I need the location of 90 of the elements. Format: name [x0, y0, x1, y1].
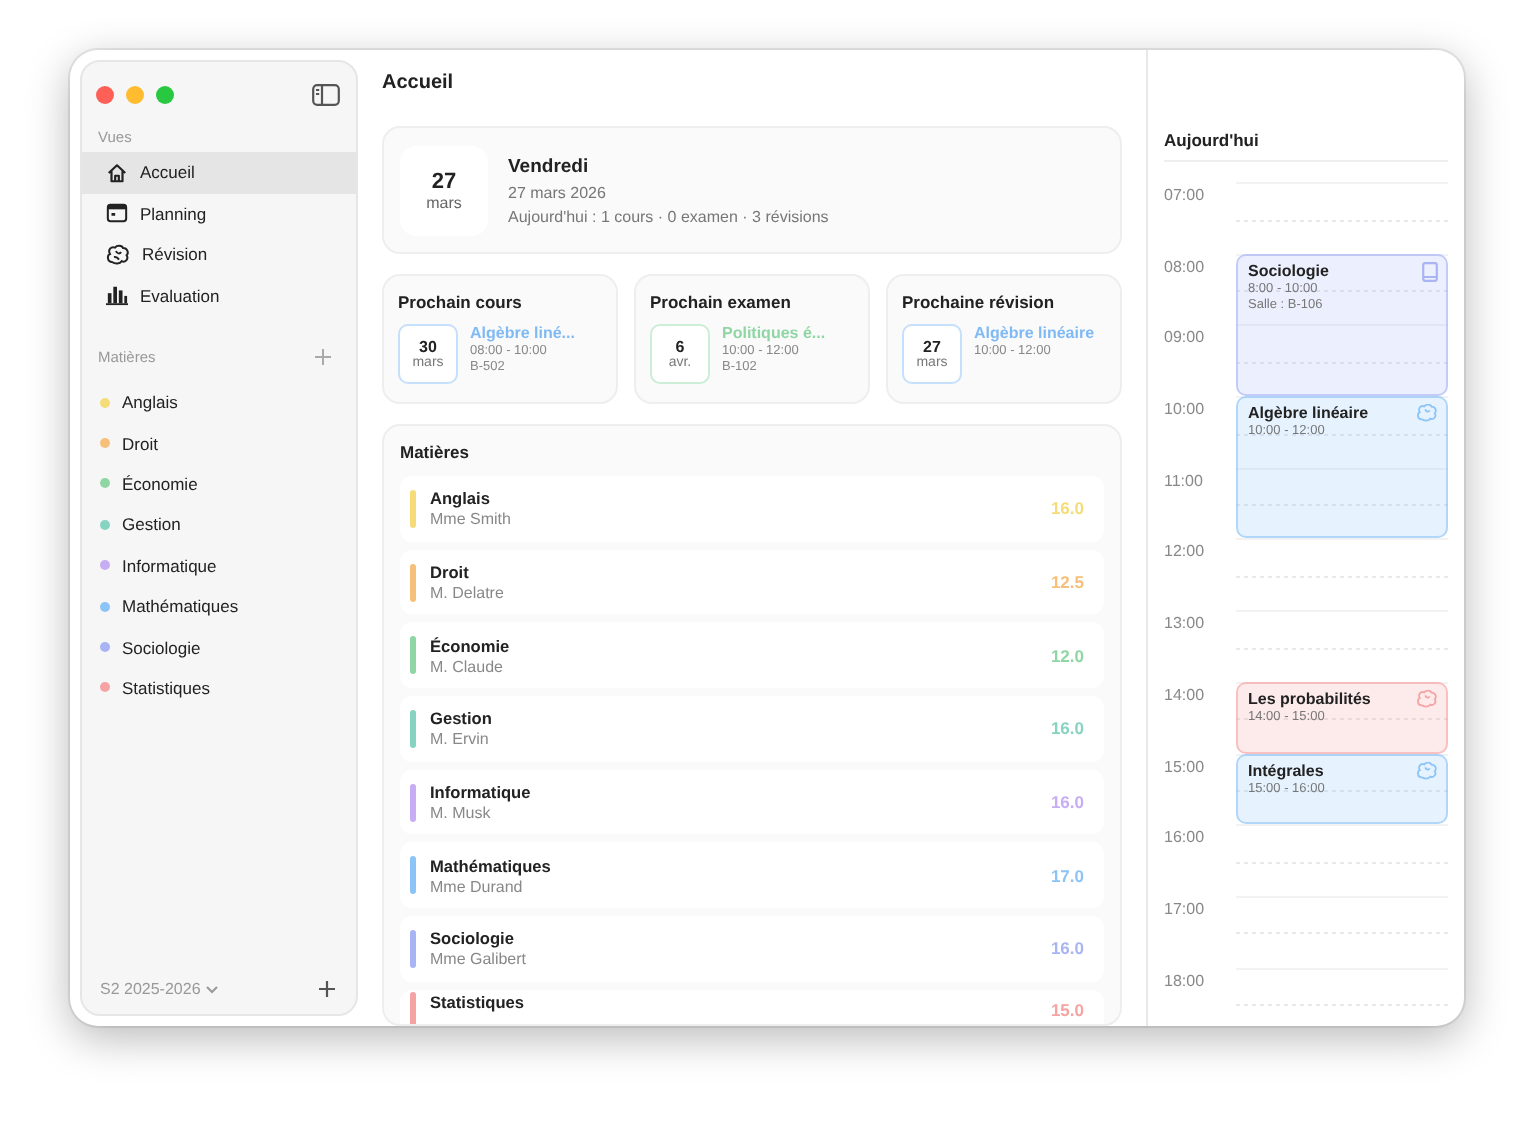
grade-value: 12.5	[1050, 572, 1084, 593]
card-heading: Prochaine révision	[902, 292, 1057, 312]
subject-row[interactable]: Statistiques 15.0	[400, 989, 1104, 1024]
teacher-name: M. Claude	[430, 657, 505, 676]
teacher-name: M. Ervin	[430, 730, 491, 749]
sidebar-item[interactable]: Droit	[82, 422, 356, 464]
event-title: Les probabilités	[1248, 689, 1371, 708]
sidebar-item[interactable]: Evaluation	[82, 275, 356, 316]
hour-label: 18:00	[1164, 971, 1205, 990]
close-button[interactable]	[96, 85, 114, 103]
date-day: 30	[419, 338, 437, 356]
event-title: Politiques é...	[722, 324, 826, 342]
subject-name: Anglais	[430, 488, 492, 509]
hour-label: 10:00	[1164, 400, 1205, 419]
event-title: Intégrales	[1248, 761, 1324, 780]
sidebar-item[interactable]: Statistiques	[82, 667, 356, 709]
subject-name: Droit	[430, 562, 471, 583]
date-day: 27	[923, 338, 941, 356]
grade-value: 15.0	[1050, 997, 1084, 1020]
subject-name: Gestion	[430, 708, 494, 729]
window-title: Accueil	[382, 70, 456, 98]
date-label: 27 mars 2026	[508, 183, 608, 201]
teacher-name: M. Musk	[430, 804, 493, 823]
event-title: Algèbre linéaire	[1248, 404, 1369, 423]
calendar-icon	[106, 202, 128, 225]
card-heading: Prochain examen	[650, 292, 793, 312]
subject-name: Informatique	[430, 782, 533, 803]
chevron-down-icon	[206, 985, 219, 993]
brain-icon	[106, 243, 130, 266]
hour-label: 16:00	[1164, 828, 1205, 847]
subject-row[interactable]: Sociologie Mme Galibert 16.0	[400, 916, 1104, 982]
event-title: Algèbre liné...	[470, 324, 575, 342]
subject-row[interactable]: Informatique M. Musk 16.0	[400, 769, 1104, 835]
grade-value: 16.0	[1050, 718, 1084, 739]
teacher-name: M. Delatre	[430, 584, 506, 603]
sidebar-item[interactable]: Accueil	[82, 152, 356, 193]
zoom-button[interactable]	[156, 85, 174, 103]
sidebar-item[interactable]: Économie	[82, 463, 356, 505]
teacher-name: Mme Durand	[430, 877, 525, 896]
sidebar-item[interactable]: Révision	[82, 234, 356, 275]
date-day: 6	[675, 338, 685, 356]
subject-row[interactable]: Anglais Mme Smith 16.0	[400, 476, 1104, 542]
brain-icon	[1416, 404, 1438, 423]
grade-value: 16.0	[1050, 938, 1084, 959]
hour-label: 13:00	[1164, 614, 1205, 633]
date-month: mars	[426, 193, 462, 211]
sidebar-item[interactable]: Planning	[82, 193, 356, 234]
weekday-label: Vendredi	[508, 155, 591, 177]
subject-row[interactable]: Mathématiques Mme Durand 17.0	[400, 842, 1104, 909]
hour-label: 08:00	[1164, 257, 1205, 276]
subject-name: Sociologie	[430, 928, 516, 949]
grade-value: 12.0	[1050, 645, 1084, 666]
sidebar-item[interactable]: Anglais	[82, 382, 356, 423]
date-day: 27	[431, 169, 457, 193]
subject-row[interactable]: Gestion M. Ervin 16.0	[400, 696, 1104, 762]
summary-text: Aujourd'hui : 1 cours · 0 examen · 3 révisions	[508, 207, 829, 225]
grade-value: 16.0	[1050, 498, 1084, 519]
teacher-name: Mme Galibert	[430, 950, 529, 969]
hour-label: 09:00	[1164, 328, 1205, 347]
brain-icon	[1416, 689, 1438, 708]
sidebar-toggle-icon[interactable]	[312, 83, 340, 105]
hour-label: 15:00	[1164, 757, 1205, 775]
hour-label: 11:00	[1164, 471, 1203, 490]
sidebar-item[interactable]: Sociologie	[82, 626, 356, 668]
bar-chart-icon	[106, 284, 128, 307]
subject-row[interactable]: Économie M. Claude 12.0	[400, 622, 1104, 689]
hour-label: 17:00	[1164, 899, 1205, 918]
book-icon	[1422, 261, 1438, 282]
home-icon	[106, 161, 128, 184]
subject-name: Mathématiques	[430, 855, 553, 876]
grade-value: 17.0	[1050, 865, 1084, 886]
subject-name: Économie	[430, 635, 512, 656]
brain-icon	[1416, 761, 1438, 780]
grade-value: 16.0	[1050, 792, 1084, 813]
sidebar-item[interactable]: Mathématiques	[82, 585, 356, 627]
card-heading: Prochain cours	[398, 292, 524, 312]
subject-row[interactable]: Droit M. Delatre 12.5	[400, 549, 1104, 615]
sidebar-item[interactable]: Gestion	[82, 504, 356, 546]
hour-label: 12:00	[1164, 542, 1205, 561]
hour-label: 07:00	[1164, 186, 1205, 204]
hour-label: 14:00	[1164, 685, 1205, 704]
teacher-name: Mme Smith	[430, 510, 513, 529]
agenda-heading: Aujourd'hui	[1164, 50, 1448, 162]
card-heading: Matières	[400, 442, 471, 462]
subject-name: Statistiques	[430, 991, 527, 1012]
minimize-button[interactable]	[126, 85, 144, 103]
event-title: Sociologie	[1248, 261, 1329, 280]
event-title: Algèbre linéaire	[974, 324, 1095, 342]
add-icon[interactable]	[318, 980, 336, 998]
sidebar-item[interactable]: Informatique	[82, 545, 356, 586]
